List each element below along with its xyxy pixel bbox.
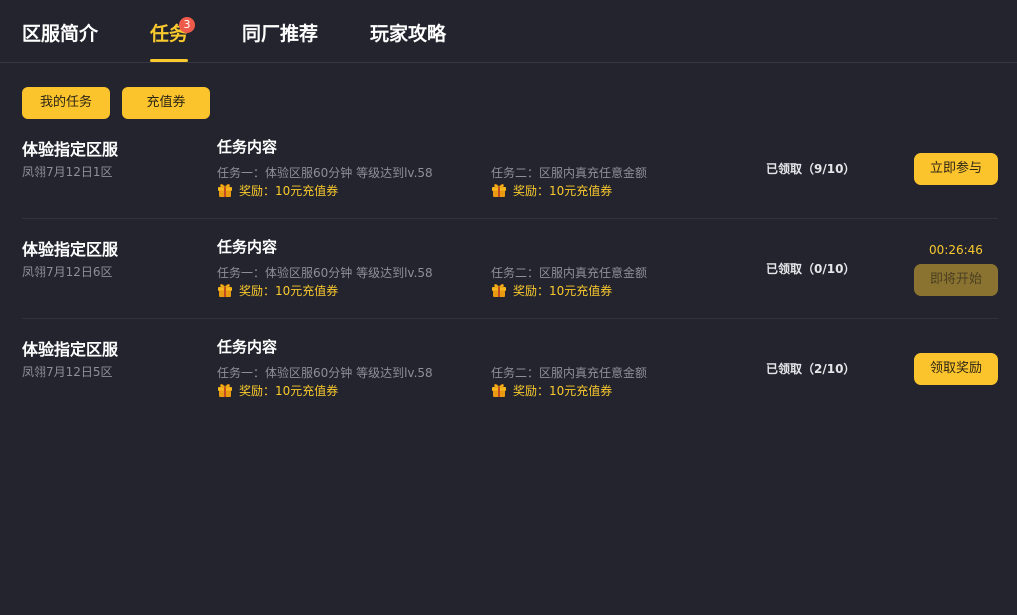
tab-server-intro[interactable]: 区服简介 bbox=[22, 21, 98, 47]
server-name: 凤翎7月12日5区 bbox=[22, 365, 113, 379]
reward-label: 奖励：10元充值券 bbox=[239, 284, 339, 298]
countdown-timer: 00:26:46 bbox=[929, 243, 983, 257]
tab-tasks[interactable]: 任务 3 bbox=[150, 17, 195, 62]
gift-icon bbox=[491, 182, 507, 198]
server-title: 体验指定区服 bbox=[22, 240, 119, 259]
gift-icon bbox=[491, 382, 507, 398]
task-one: 任务一：体验区服60分钟 等级达到lv.58 bbox=[217, 266, 433, 280]
tab-bar: 区服简介 任务 3 同厂推荐 玩家攻略 bbox=[0, 0, 1017, 63]
task-one: 任务一：体验区服60分钟 等级达到lv.58 bbox=[217, 166, 433, 180]
join-now-button[interactable]: 立即参与 bbox=[914, 153, 998, 185]
row-divider bbox=[22, 218, 998, 219]
gift-icon bbox=[217, 382, 233, 398]
task-row: 体验指定区服 凤翎7月12日5区 任务内容 任务一：体验区服60分钟 等级达到l… bbox=[22, 333, 998, 433]
claimed-count: 已领取（9/10） bbox=[766, 162, 856, 176]
tab-label: 同厂推荐 bbox=[242, 23, 319, 45]
claim-reward-button[interactable]: 领取奖励 bbox=[914, 353, 998, 385]
task-two: 任务二：区服内真充任意金额 bbox=[491, 266, 648, 280]
task-two-reward: 奖励：10元充值券 bbox=[491, 182, 612, 200]
claimed-count: 已领取（0/10） bbox=[766, 262, 856, 276]
task-one-reward: 奖励：10元充值券 bbox=[217, 382, 338, 400]
task-row: 体验指定区服 凤翎7月12日1区 任务内容 任务一：体验区服60分钟 等级达到l… bbox=[22, 133, 998, 233]
task-content-title: 任务内容 bbox=[217, 238, 278, 256]
tab-player-guides[interactable]: 玩家攻略 bbox=[370, 21, 446, 47]
task-one: 任务一：体验区服60分钟 等级达到lv.58 bbox=[217, 366, 433, 380]
task-two-reward: 奖励：10元充值券 bbox=[491, 382, 612, 400]
my-tasks-button[interactable]: 我的任务 bbox=[22, 87, 110, 119]
task-two: 任务二：区服内真充任意金额 bbox=[491, 366, 648, 380]
gift-icon bbox=[491, 282, 507, 298]
task-one-reward: 奖励：10元充值券 bbox=[217, 182, 338, 200]
coming-soon-button[interactable]: 即将开始 bbox=[914, 264, 998, 296]
claimed-count: 已领取（2/10） bbox=[766, 362, 856, 376]
tab-label: 玩家攻略 bbox=[370, 23, 447, 45]
tab-label: 区服简介 bbox=[22, 23, 99, 45]
reward-label: 奖励：10元充值券 bbox=[513, 284, 613, 298]
reward-label: 奖励：10元充值券 bbox=[239, 384, 339, 398]
server-name: 凤翎7月12日6区 bbox=[22, 265, 113, 279]
task-one-reward: 奖励：10元充值券 bbox=[217, 282, 338, 300]
notification-badge: 3 bbox=[179, 17, 195, 33]
tab-same-vendor[interactable]: 同厂推荐 bbox=[242, 21, 318, 47]
task-content-title: 任务内容 bbox=[217, 338, 278, 356]
task-two: 任务二：区服内真充任意金额 bbox=[491, 166, 648, 180]
task-two-reward: 奖励：10元充值券 bbox=[491, 282, 612, 300]
active-tab-indicator bbox=[150, 59, 189, 62]
row-divider bbox=[22, 318, 998, 319]
vouchers-button[interactable]: 充值券 bbox=[122, 87, 210, 119]
task-content-title: 任务内容 bbox=[217, 138, 278, 156]
gift-icon bbox=[217, 282, 233, 298]
server-title: 体验指定区服 bbox=[22, 340, 119, 359]
gift-icon bbox=[217, 182, 233, 198]
reward-label: 奖励：10元充值券 bbox=[513, 384, 613, 398]
server-name: 凤翎7月12日1区 bbox=[22, 165, 113, 179]
task-row: 体验指定区服 凤翎7月12日6区 任务内容 任务一：体验区服60分钟 等级达到l… bbox=[22, 233, 998, 333]
server-title: 体验指定区服 bbox=[22, 140, 119, 159]
reward-label: 奖励：10元充值券 bbox=[513, 184, 613, 198]
reward-label: 奖励：10元充值券 bbox=[239, 184, 339, 198]
